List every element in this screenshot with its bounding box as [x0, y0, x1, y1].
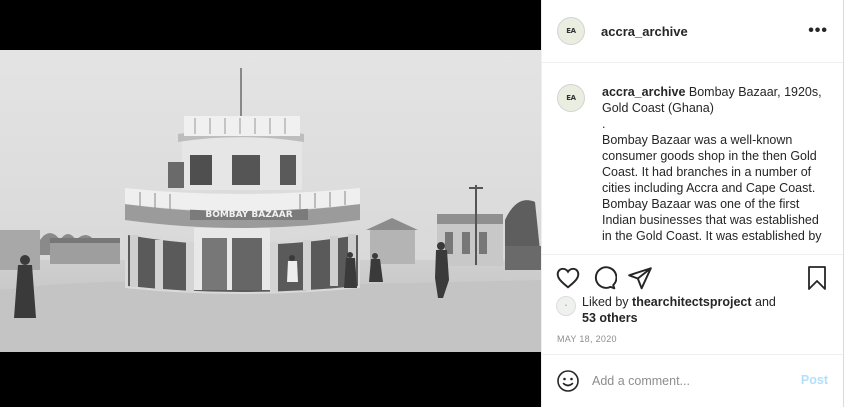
likes-prefix: Liked by	[582, 295, 629, 309]
media-panel: BOMBAY BAZAAR	[0, 0, 541, 407]
liker-avatar[interactable]: •	[556, 296, 576, 316]
caption-avatar-initials: EA	[566, 94, 576, 102]
post-header: EA accra_archive •••	[542, 0, 843, 63]
liker-username[interactable]: thearchitectsproject	[632, 295, 751, 309]
comment-bar: Post	[542, 354, 843, 407]
avatar-initials: EA	[566, 27, 576, 35]
likes-text: Liked by thearchitectsproject and 53 oth…	[582, 294, 776, 326]
comment-input[interactable]	[592, 374, 782, 388]
likes-and: and	[755, 295, 776, 309]
post-comment-button[interactable]: Post	[801, 373, 828, 387]
header-username[interactable]: accra_archive	[601, 24, 688, 39]
caption-row: EA accra_archive Bombay Bazaar, 1920s, G…	[557, 84, 823, 244]
heart-icon[interactable]	[555, 265, 581, 291]
likes-others-link[interactable]: 53 others	[582, 311, 638, 325]
post-info-panel: EA accra_archive ••• EA accra_archive Bo…	[541, 0, 844, 407]
photo-scene: BOMBAY BAZAAR	[0, 50, 541, 352]
post-date[interactable]: MAY 18, 2020	[557, 334, 617, 344]
action-icons	[555, 265, 663, 291]
caption-line-1: accra_archive Bombay Bazaar, 1920s, Gold…	[602, 84, 823, 116]
bookmark-icon[interactable]	[805, 265, 829, 291]
share-icon[interactable]	[627, 265, 653, 291]
emoji-icon[interactable]	[556, 369, 580, 393]
caption-line-2: .	[602, 117, 606, 131]
comment-icon[interactable]	[591, 265, 618, 291]
likes-summary: • Liked by thearchitectsproject and 53 o…	[556, 294, 776, 326]
caption-line-3: Bombay Bazaar was a well-known consumer …	[602, 133, 822, 243]
caption-username[interactable]: accra_archive	[602, 85, 685, 99]
post-photo[interactable]: BOMBAY BAZAAR	[0, 50, 541, 352]
caption-text: accra_archive Bombay Bazaar, 1920s, Gold…	[602, 84, 823, 244]
more-options-icon[interactable]: •••	[808, 22, 828, 40]
caption-avatar[interactable]: EA	[557, 84, 585, 112]
profile-avatar[interactable]: EA	[557, 17, 585, 45]
caption-area: EA accra_archive Bombay Bazaar, 1920s, G…	[542, 64, 843, 254]
photo-sign-text: BOMBAY BAZAAR	[205, 210, 292, 220]
